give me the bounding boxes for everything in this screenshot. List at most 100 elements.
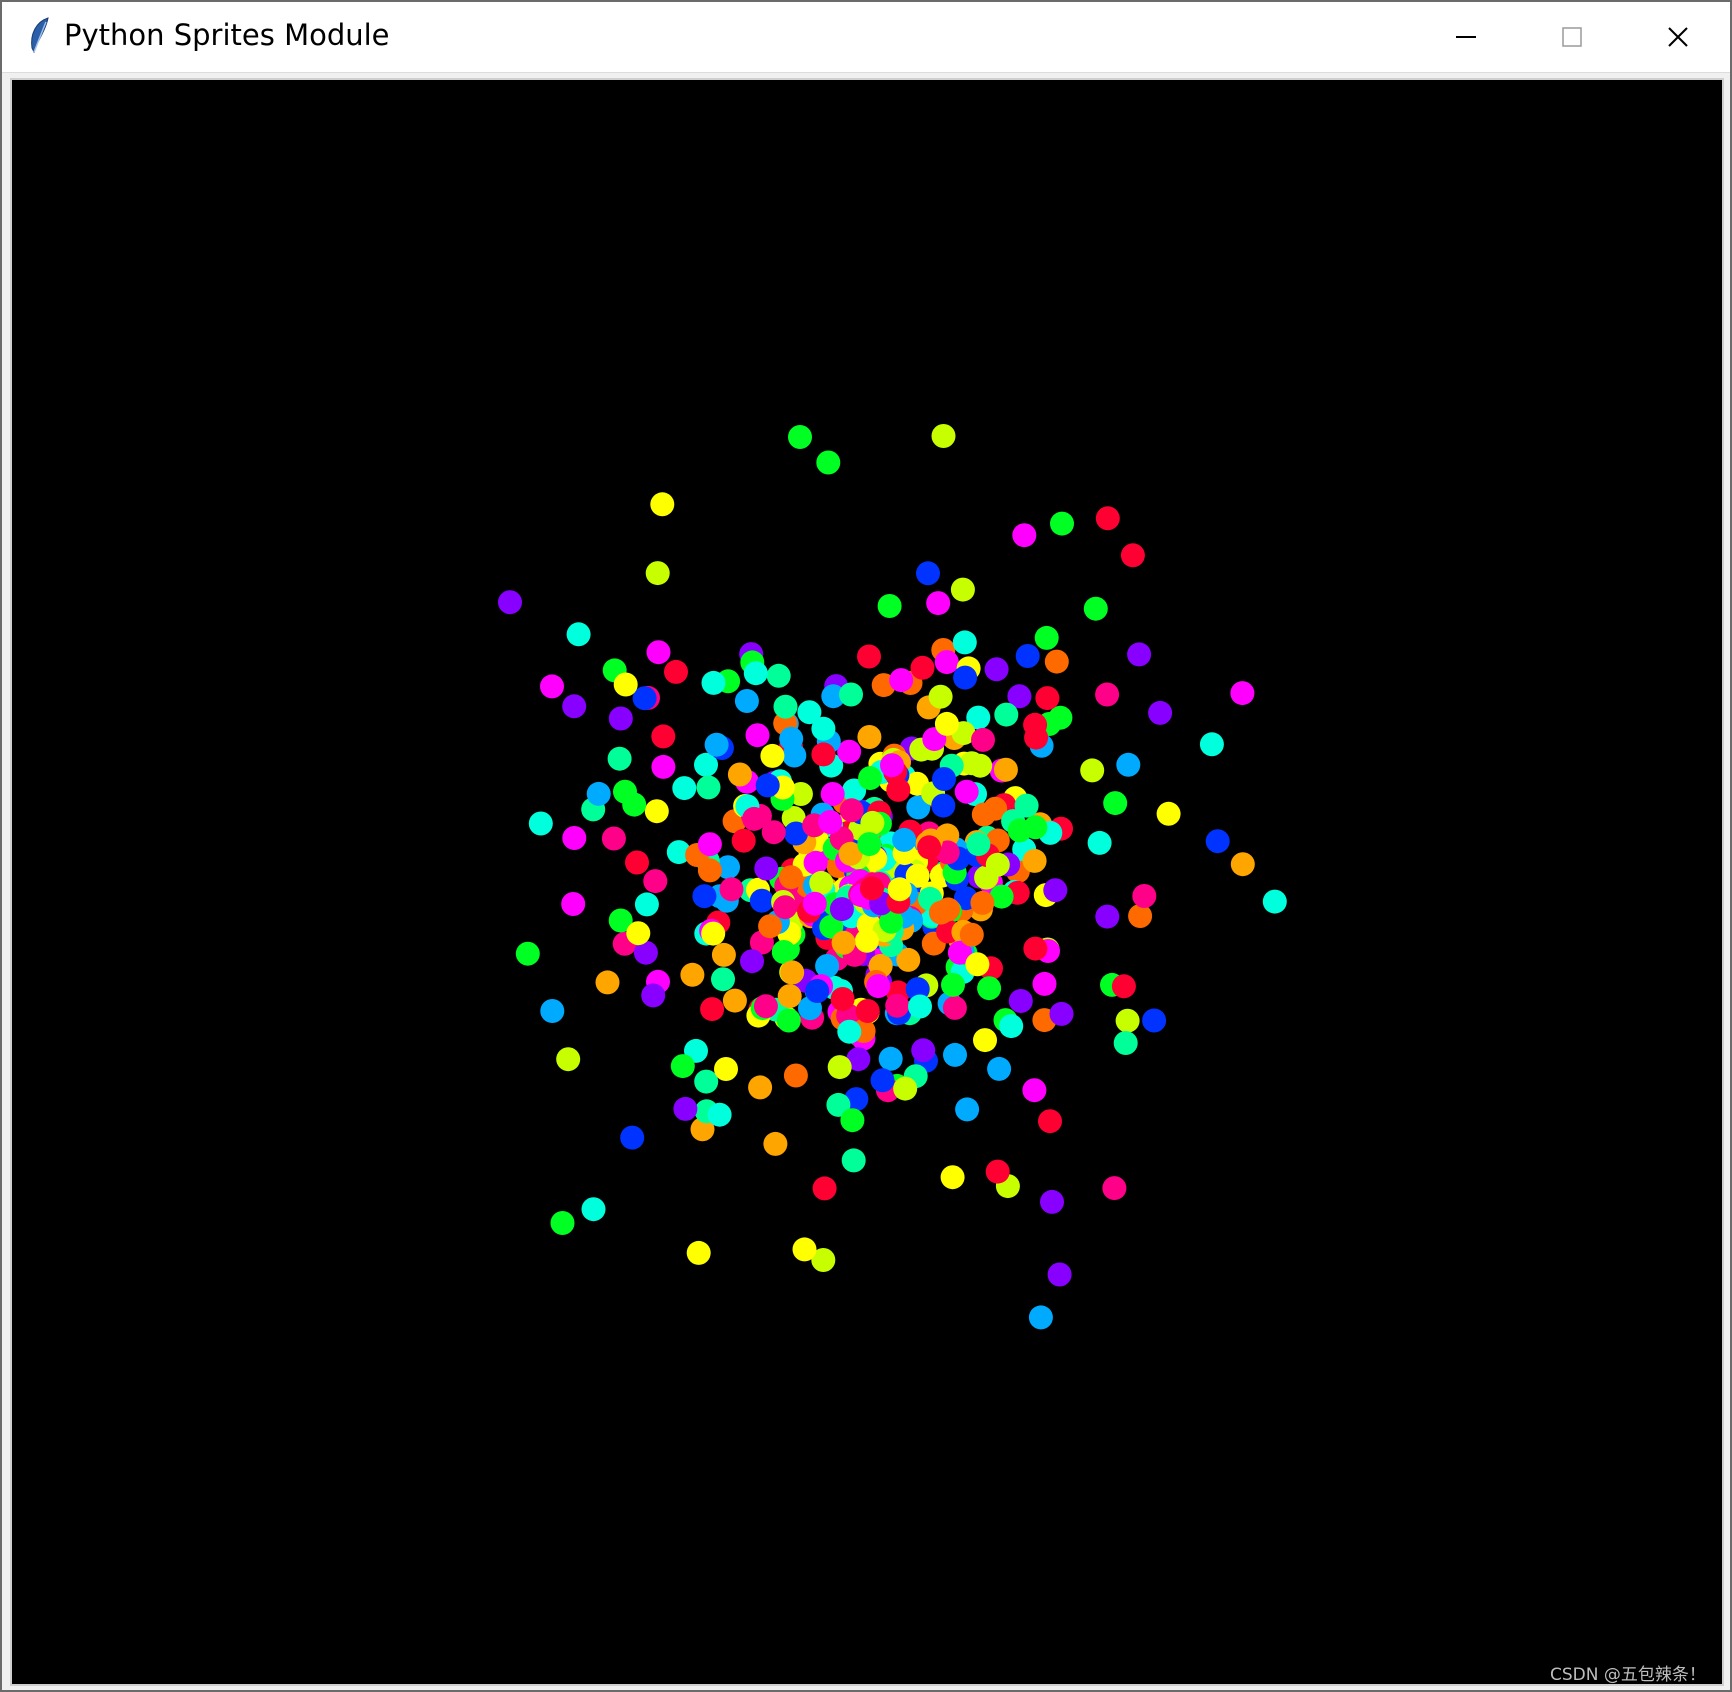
- sprite-dot: [686, 1240, 711, 1265]
- feather-icon: [26, 16, 54, 56]
- sprite-dot: [566, 622, 591, 647]
- sprite-dot: [608, 706, 633, 731]
- sprite-dot: [908, 994, 932, 1019]
- sprite-dot: [771, 940, 796, 964]
- sprite-dot: [1116, 752, 1141, 777]
- maximize-button[interactable]: [1520, 2, 1624, 72]
- sprite-dot: [831, 930, 856, 955]
- sprite-dot: [811, 716, 836, 741]
- sprite-dot: [953, 665, 978, 690]
- sprite-dot: [650, 492, 675, 517]
- window-title: Python Sprites Module: [64, 18, 390, 52]
- sprite-dot: [966, 832, 991, 857]
- sprite-dot: [1102, 1176, 1127, 1201]
- sprite-dot: [1113, 1031, 1138, 1055]
- sprite-dot: [731, 828, 756, 853]
- sprite-dot: [1022, 1078, 1047, 1103]
- sprite-dot: [760, 743, 785, 768]
- sprite-dot: [761, 820, 786, 845]
- sprite-dot: [803, 850, 828, 875]
- sprite-dot: [858, 766, 883, 791]
- sprite-dot: [950, 577, 975, 602]
- sprite-dot: [634, 892, 659, 917]
- sprite-dot: [620, 1125, 645, 1150]
- app-window: Python Sprites Module: [0, 0, 1732, 1692]
- sprite-dot: [830, 987, 855, 1011]
- sprite-dot: [854, 928, 879, 953]
- sprite-dot: [1132, 884, 1157, 908]
- sprite-dot: [758, 914, 783, 939]
- sprite-dot: [562, 694, 587, 719]
- sprite-dot: [1032, 971, 1057, 996]
- sprite-dot: [954, 779, 979, 804]
- sprite-dot: [755, 773, 780, 798]
- sprite-dot: [839, 682, 863, 707]
- minimize-icon: [1456, 36, 1476, 38]
- sprite-dot: [773, 694, 798, 719]
- sprite-dot: [779, 726, 804, 751]
- sprite-dot: [1015, 644, 1040, 668]
- sprite-dot: [694, 1069, 719, 1094]
- sprite-dot: [1128, 904, 1153, 928]
- sprite-dot: [748, 1075, 773, 1100]
- sprite-dot: [812, 1176, 837, 1201]
- sprite-dot: [777, 984, 802, 1009]
- sprite-dot: [987, 1056, 1012, 1081]
- sprite-dot: [857, 644, 881, 669]
- minimize-button[interactable]: [1414, 2, 1518, 72]
- sprite-dot: [754, 856, 779, 881]
- sprite-dot: [749, 888, 774, 913]
- sprite-dot: [1230, 852, 1255, 877]
- sprite-dot: [866, 974, 891, 999]
- sprite-dot: [892, 827, 917, 852]
- sprite-dot: [722, 988, 747, 1013]
- sprite-dot: [646, 640, 671, 665]
- sprite-dot: [829, 897, 854, 922]
- sprite-dot: [1262, 889, 1287, 914]
- sprite-dot: [885, 993, 910, 1018]
- sprite-dot: [1199, 732, 1224, 757]
- close-icon: [1668, 27, 1688, 47]
- sprite-dot: [878, 1046, 903, 1071]
- sprite-dot: [1012, 523, 1037, 548]
- sprite-dot: [928, 684, 953, 709]
- sprite-dot: [613, 672, 638, 697]
- sprite-dot: [680, 962, 705, 987]
- sprite-dot: [1034, 625, 1059, 650]
- sprite-dot: [1095, 506, 1120, 531]
- sprite-dot: [926, 591, 951, 616]
- sprite-dot: [932, 767, 956, 791]
- watermark: CSDN @五包辣条！: [1550, 1665, 1706, 1685]
- sprite-dot: [540, 674, 564, 699]
- sprite-dot: [672, 776, 697, 801]
- close-button[interactable]: [1626, 2, 1730, 72]
- sprite-dot: [811, 742, 836, 767]
- sprite-dot: [707, 1102, 732, 1127]
- sprite-dot: [1008, 989, 1033, 1013]
- sprite-dot: [887, 877, 912, 902]
- sprite-dot: [540, 999, 565, 1023]
- sprite-dot: [763, 1131, 788, 1156]
- sprite-dot: [955, 1097, 980, 1122]
- title-bar[interactable]: Python Sprites Module: [2, 2, 1730, 73]
- sprite-dot: [727, 762, 752, 787]
- sprite-dot: [1024, 725, 1049, 750]
- sprite-dot: [651, 754, 676, 779]
- sprite-dot: [1028, 1305, 1053, 1330]
- sprite-dot: [556, 1047, 581, 1072]
- sprite-dot: [984, 657, 1009, 682]
- sprite-canvas[interactable]: [10, 78, 1724, 1686]
- sprite-dot: [1023, 815, 1048, 840]
- sprite-dot: [893, 1076, 918, 1101]
- sprite-dot: [802, 891, 827, 916]
- sprite-dot: [711, 967, 735, 992]
- sprite-dot: [1023, 936, 1048, 961]
- sprite-dot: [1035, 686, 1060, 711]
- sprite-dot: [1095, 682, 1120, 707]
- sprite-dot: [673, 1096, 698, 1121]
- sprite-dot: [719, 877, 744, 902]
- sprite-dot: [581, 1197, 606, 1222]
- sprite-dot: [965, 952, 990, 977]
- sprite-dot: [776, 1008, 801, 1033]
- sprite-dot: [1014, 793, 1039, 818]
